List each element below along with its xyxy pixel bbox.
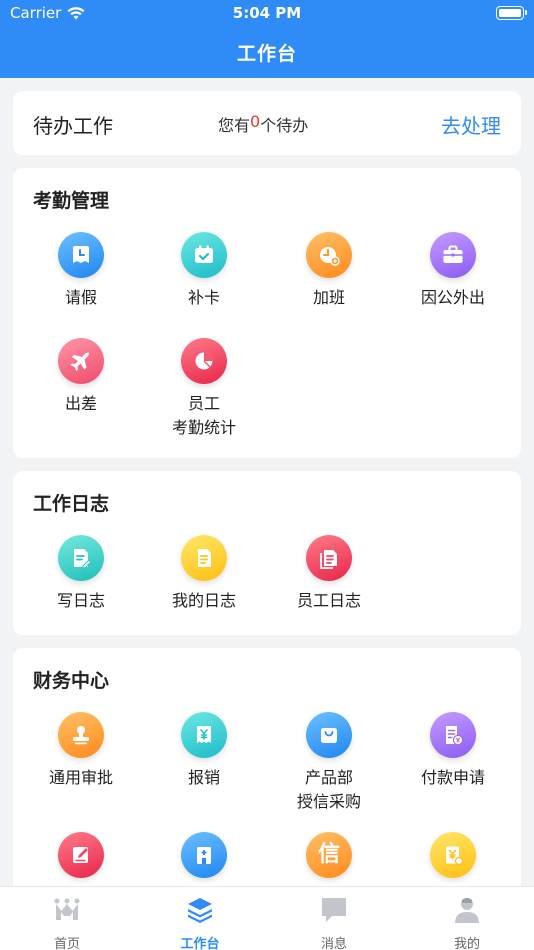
tab-home[interactable]: 首页	[0, 895, 134, 950]
business-outing-label: 因公外出	[420, 288, 485, 307]
business-outing-button[interactable]: 因公外出	[390, 232, 516, 310]
business-trip-button[interactable]: 出差	[18, 338, 144, 416]
write-log-icon	[58, 535, 104, 581]
stamp-icon	[58, 712, 104, 758]
tab-messages-label: 消息	[320, 937, 347, 950]
staff-log-icon	[306, 535, 352, 581]
edit-note-icon	[58, 832, 104, 878]
tab-profile[interactable]: 我的	[400, 895, 534, 950]
credit-purchase-label: 产品部 授信采购	[266, 766, 392, 814]
page-title: 工作台	[236, 43, 297, 65]
worklog-section-title: 工作日志	[33, 493, 110, 515]
todo-message-suffix: 个待办	[260, 116, 309, 135]
credit-glyph: 信	[317, 842, 340, 867]
staff-log-button[interactable]: 员工日志	[266, 535, 392, 613]
shopping-bag-icon	[306, 712, 352, 758]
home-logo-icon	[54, 898, 80, 920]
status-time: 5:04 PM	[232, 4, 302, 22]
overtime-button[interactable]: 加班	[266, 232, 392, 310]
my-log-button[interactable]: 我的日志	[141, 535, 267, 613]
profile-icon	[455, 898, 479, 923]
credit-purchase-button[interactable]: 产品部 授信采购	[266, 712, 392, 814]
credit-purchase-label-line2: 授信采购	[296, 792, 361, 811]
edit-form-button[interactable]	[18, 832, 144, 878]
process-todo-link[interactable]: 去处理	[441, 110, 501, 139]
status-bar: Carrier 5:04 PM	[0, 0, 534, 28]
todo-card: 待办工作 您有 0 个待办 去处理	[13, 91, 521, 155]
yen-card-icon	[430, 832, 476, 878]
clock-in-correction-label: 补卡	[187, 288, 220, 307]
calendar-check-icon	[181, 232, 227, 278]
message-icon	[322, 898, 346, 922]
pie-chart-icon	[181, 338, 227, 384]
airplane-icon	[58, 338, 104, 384]
attendance-section-title: 考勤管理	[33, 190, 110, 212]
battery-icon	[496, 6, 527, 20]
attendance-card: 考勤管理 请假 补卡 加班 因公外出 出差 员工 考勤统计	[13, 168, 521, 458]
my-log-icon	[181, 535, 227, 581]
finance-section-title: 财务中心	[33, 670, 110, 692]
attendance-stats-label-line2: 考勤统计	[171, 418, 236, 437]
attendance-stats-button[interactable]: 员工 考勤统计	[141, 338, 267, 440]
tab-profile-label: 我的	[453, 937, 480, 950]
finance-card: 财务中心 通用审批 报销 产品部 授信采购 付款申请 信	[13, 648, 521, 908]
hospital-icon	[181, 832, 227, 878]
credit-icon: 信	[306, 832, 352, 878]
todo-title: 待办工作	[33, 114, 113, 138]
my-log-label: 我的日志	[171, 591, 236, 610]
leave-button[interactable]: 请假	[18, 232, 144, 310]
bottom-tab-bar: 首页 工作台 消息 我的	[0, 886, 534, 950]
receipt-yen-icon	[181, 712, 227, 758]
attendance-stats-label: 员工 考勤统计	[141, 392, 267, 440]
overtime-clock-icon	[306, 232, 352, 278]
write-log-label: 写日志	[56, 591, 105, 610]
general-approval-label: 通用审批	[48, 768, 113, 787]
tab-workbench-label: 工作台	[180, 937, 220, 950]
reimbursement-button[interactable]: 报销	[141, 712, 267, 790]
hospital-button[interactable]	[141, 832, 267, 878]
reimbursement-label: 报销	[187, 768, 220, 787]
general-approval-button[interactable]: 通用审批	[18, 712, 144, 790]
leave-label: 请假	[64, 288, 97, 307]
briefcase-icon	[430, 232, 476, 278]
layers-icon	[188, 898, 212, 923]
tab-workbench[interactable]: 工作台	[133, 895, 267, 950]
staff-log-label: 员工日志	[296, 591, 361, 610]
payment-doc-icon	[430, 712, 476, 758]
overtime-label: 加班	[312, 288, 345, 307]
credit-button[interactable]: 信	[266, 832, 392, 878]
write-log-button[interactable]: 写日志	[18, 535, 144, 613]
clock-in-correction-button[interactable]: 补卡	[141, 232, 267, 310]
app-header: Carrier 5:04 PM 工作台	[0, 0, 534, 78]
attendance-stats-label-line1: 员工	[187, 394, 220, 413]
worklog-card: 工作日志 写日志 我的日志 员工日志	[13, 471, 521, 635]
credit-purchase-label-line1: 产品部	[304, 768, 353, 787]
leave-icon	[58, 232, 104, 278]
todo-message-prefix: 您有	[218, 116, 251, 135]
todo-message: 您有 0 个待办	[218, 112, 308, 136]
tab-messages[interactable]: 消息	[267, 895, 401, 950]
yen-card-button[interactable]	[390, 832, 516, 878]
todo-count: 0	[250, 112, 261, 131]
payment-request-label: 付款申请	[420, 768, 485, 787]
tab-home-label: 首页	[53, 937, 80, 950]
business-trip-label: 出差	[64, 394, 97, 413]
payment-request-button[interactable]: 付款申请	[390, 712, 516, 790]
